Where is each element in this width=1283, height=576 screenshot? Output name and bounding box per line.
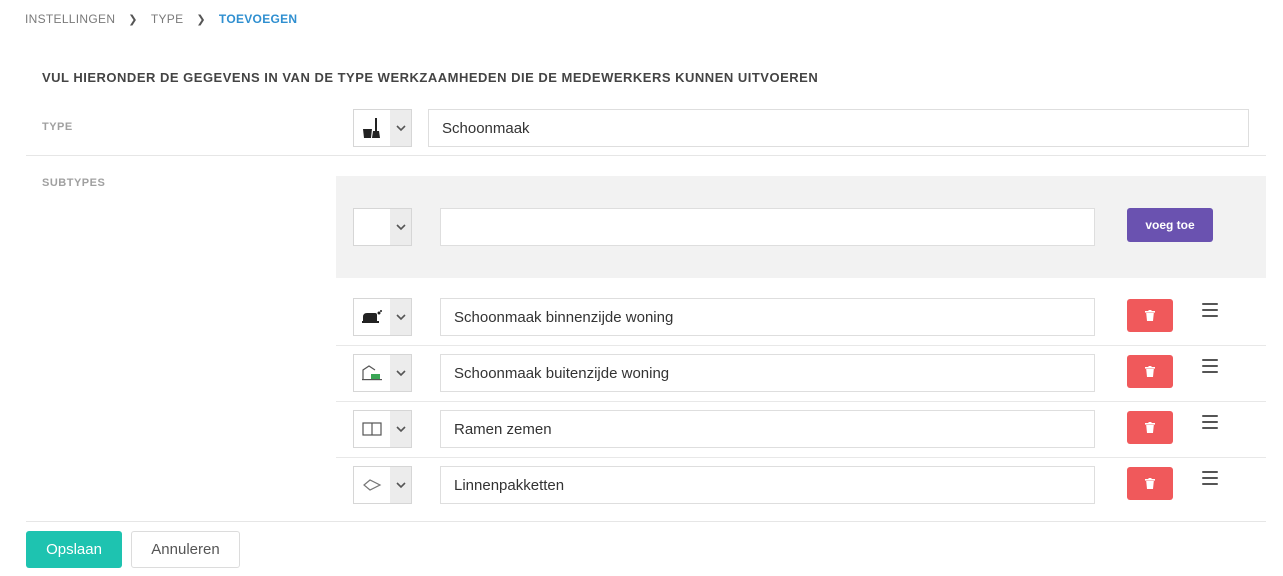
drag-handle-icon[interactable] bbox=[1202, 359, 1218, 373]
subtype-icon-select[interactable] bbox=[353, 354, 412, 392]
row-divider bbox=[336, 457, 1266, 458]
subtype-icon-select[interactable] bbox=[353, 410, 412, 448]
trash-icon bbox=[1145, 310, 1155, 321]
trash-icon bbox=[1145, 366, 1155, 377]
drag-handle-icon[interactable] bbox=[1202, 303, 1218, 317]
delete-subtype-button[interactable] bbox=[1127, 467, 1173, 500]
add-subtype-button[interactable]: voeg toe bbox=[1127, 208, 1213, 242]
window-icon bbox=[354, 411, 390, 447]
new-subtype-icon-select[interactable] bbox=[353, 208, 412, 246]
subtype-name-input[interactable] bbox=[440, 298, 1095, 336]
chevron-right-icon: ❯ bbox=[196, 13, 206, 26]
empty-icon bbox=[354, 209, 390, 245]
outdoor-cleaning-icon bbox=[354, 355, 390, 391]
section-divider bbox=[26, 155, 1266, 156]
breadcrumb-item-type[interactable]: TYPE bbox=[151, 12, 184, 26]
chevron-down-icon bbox=[390, 355, 411, 391]
subtype-name-input[interactable] bbox=[440, 354, 1095, 392]
indoor-cleaning-icon bbox=[354, 299, 390, 335]
breadcrumb-item-instellingen[interactable]: INSTELLINGEN bbox=[25, 12, 115, 26]
subtypes-label: SUBTYPES bbox=[42, 177, 106, 189]
delete-subtype-button[interactable] bbox=[1127, 299, 1173, 332]
subtype-icon-select[interactable] bbox=[353, 298, 412, 336]
trash-icon bbox=[1145, 478, 1155, 489]
chevron-down-icon bbox=[390, 110, 411, 146]
cancel-button[interactable]: Annuleren bbox=[131, 531, 240, 568]
chevron-right-icon: ❯ bbox=[128, 13, 138, 26]
section-divider bbox=[26, 521, 1266, 522]
chevron-down-icon bbox=[390, 209, 411, 245]
breadcrumb-item-toevoegen: TOEVOEGEN bbox=[218, 12, 298, 26]
breadcrumb: INSTELLINGEN ❯ TYPE ❯ TOEVOEGEN bbox=[25, 11, 297, 27]
save-button[interactable]: Opslaan bbox=[26, 531, 122, 568]
drag-handle-icon[interactable] bbox=[1202, 415, 1218, 429]
row-divider bbox=[336, 345, 1266, 346]
type-name-input[interactable] bbox=[428, 109, 1249, 147]
chevron-down-icon bbox=[390, 299, 411, 335]
row-divider bbox=[336, 401, 1266, 402]
chevron-down-icon bbox=[390, 467, 411, 503]
page-title: VUL HIERONDER DE GEGEVENS IN VAN DE TYPE… bbox=[42, 70, 819, 85]
delete-subtype-button[interactable] bbox=[1127, 411, 1173, 444]
type-label: TYPE bbox=[42, 121, 73, 133]
type-icon-select[interactable] bbox=[353, 109, 412, 147]
linen-package-icon bbox=[354, 467, 390, 503]
drag-handle-icon[interactable] bbox=[1202, 471, 1218, 485]
new-subtype-input[interactable] bbox=[440, 208, 1095, 246]
subtype-icon-select[interactable] bbox=[353, 466, 412, 504]
subtype-name-input[interactable] bbox=[440, 410, 1095, 448]
chevron-down-icon bbox=[390, 411, 411, 447]
delete-subtype-button[interactable] bbox=[1127, 355, 1173, 388]
subtype-name-input[interactable] bbox=[440, 466, 1095, 504]
cleaning-bucket-broom-icon bbox=[354, 110, 390, 146]
trash-icon bbox=[1145, 422, 1155, 433]
